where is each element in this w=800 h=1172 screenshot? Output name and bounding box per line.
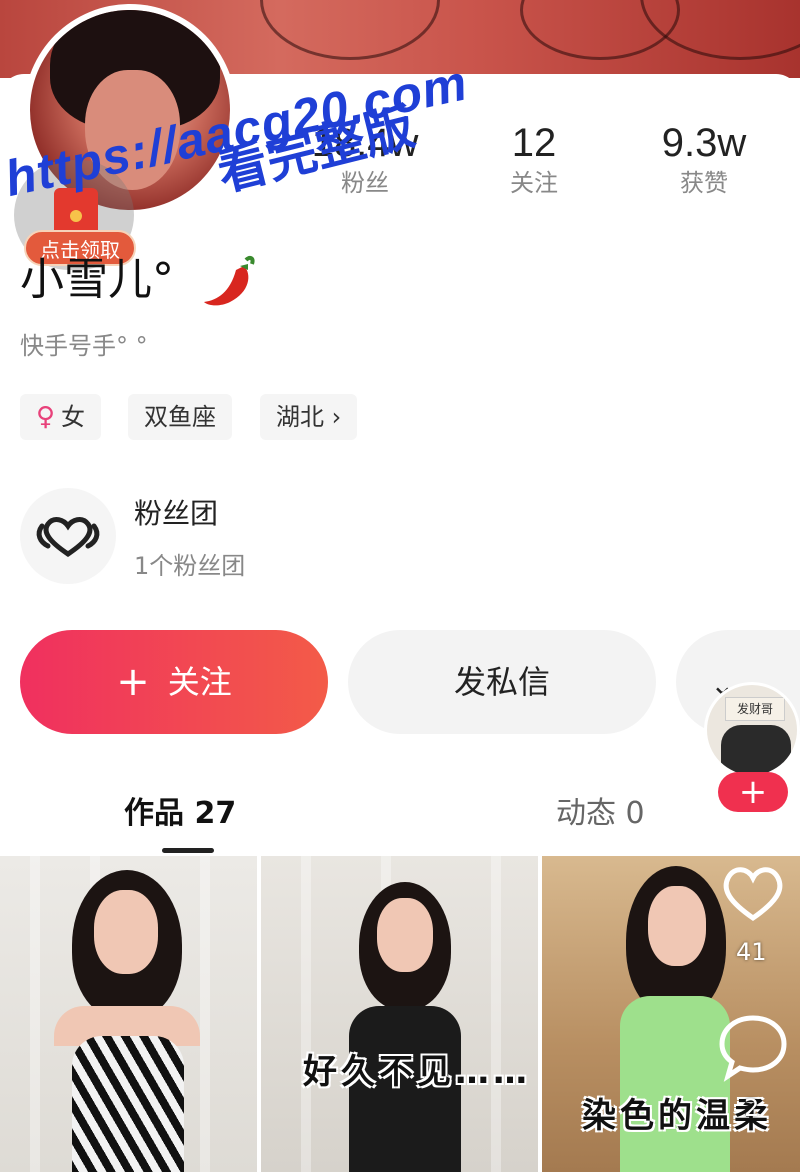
follow-button[interactable]: + 关注 [20,630,328,734]
message-button[interactable]: 发私信 [348,630,656,734]
like-count: 41 [736,938,767,966]
region-tag[interactable]: 湖北 › [260,394,358,440]
tab-moments[interactable]: 动态 0 [556,788,645,832]
constellation-tag: 双鱼座 [128,394,232,440]
video-caption: 好久不见…… [303,1052,531,1092]
stat-likes[interactable]: 9.3w 获赞 [629,120,779,200]
fan-group-button[interactable] [20,488,116,584]
plus-icon: + [116,659,150,705]
kuaishou-id: 快手号手° ° [20,332,148,360]
follow-label: 关注 [167,663,232,701]
gender-tag: ♀ 女 [20,394,102,440]
floating-avatar[interactable]: 发财哥 [704,682,800,778]
profile-name: 小雪儿° [20,254,174,305]
profile-page: 点击领取 18.4w 粉丝 12 关注 9.3w 获赞 https://aacg… [0,0,800,1172]
gender-label: 女 [61,403,86,431]
avatar-sign-text: 发财哥 [725,697,785,721]
comment-count: 2 [744,1094,760,1122]
video-thumbnail[interactable] [0,856,257,1172]
likes-count: 9.3w [661,121,747,165]
fan-group-title[interactable]: 粉丝团 [134,492,218,532]
floating-follow-plus-button[interactable]: + [718,772,788,812]
female-icon: ♀ [36,402,56,432]
chili-pepper-icon [204,255,255,306]
following-count: 12 [511,121,557,165]
heart-icon[interactable] [718,858,788,928]
tab-works[interactable]: 作品 27 [124,788,236,832]
heart-hands-icon [36,517,100,558]
comment-icon[interactable] [716,1010,790,1084]
likes-label: 获赞 [680,169,728,197]
video-thumbnail[interactable]: 好久不见…… [261,856,538,1172]
stat-following[interactable]: 12 关注 [459,120,609,200]
fan-group-subtitle: 1个粉丝团 [134,552,246,580]
following-label: 关注 [510,169,558,197]
tab-active-indicator [162,848,214,853]
